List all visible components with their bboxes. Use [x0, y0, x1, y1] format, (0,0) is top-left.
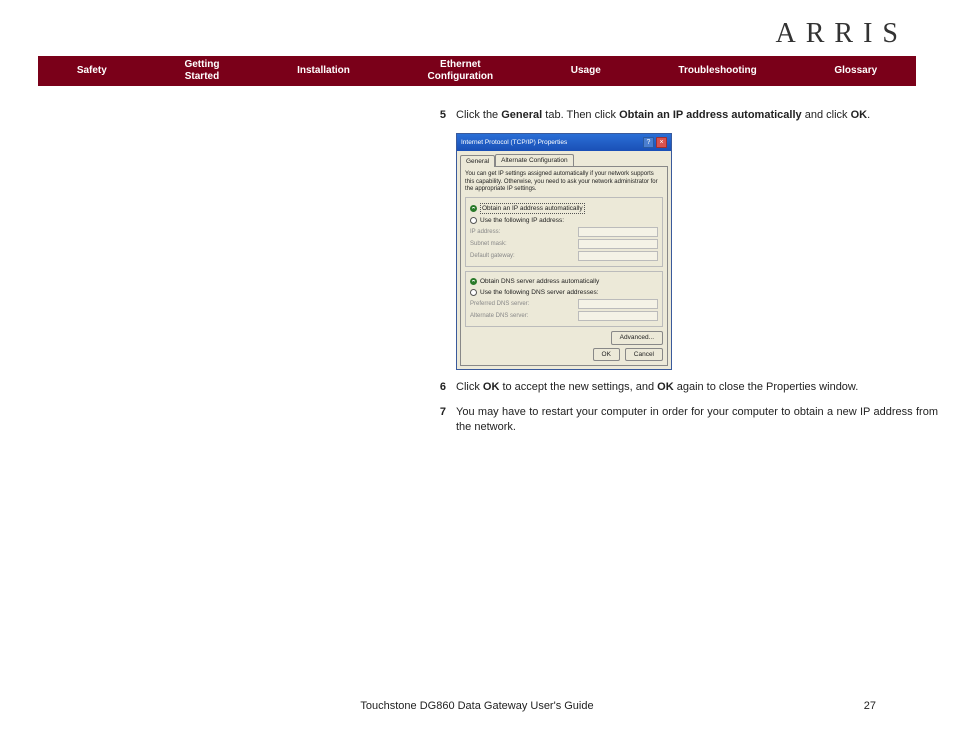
gateway-input[interactable]: [578, 251, 658, 261]
text: Click the: [456, 109, 501, 121]
preferred-dns-input[interactable]: [578, 299, 658, 309]
radio-use-following-dns[interactable]: Use the following DNS server addresses:: [470, 288, 658, 297]
nav-ethernet-config[interactable]: EthernetConfiguration: [428, 59, 494, 83]
field-ip-address: IP address:: [470, 227, 658, 237]
page-number: 27: [864, 700, 876, 712]
step-text: Click the General tab. Then click Obtain…: [456, 108, 938, 123]
label: Alternate DNS server:: [470, 312, 528, 320]
advanced-button[interactable]: Advanced...: [611, 331, 663, 344]
step-number: 7: [438, 405, 456, 436]
step-text: You may have to restart your computer in…: [456, 405, 938, 436]
nav-troubleshooting[interactable]: Troubleshooting: [678, 65, 756, 77]
bold: Obtain an IP address automatically: [619, 109, 802, 121]
tcpip-dialog-screenshot: Internet Protocol (TCP/IP) Properties ? …: [456, 133, 938, 369]
page-footer: Touchstone DG860 Data Gateway User's Gui…: [38, 700, 916, 712]
dns-group: Obtain DNS server address automatically …: [465, 271, 663, 327]
top-nav: Safety GettingStarted Installation Ether…: [38, 56, 916, 86]
dialog-title: Internet Protocol (TCP/IP) Properties: [461, 138, 567, 147]
field-alternate-dns: Alternate DNS server:: [470, 311, 658, 321]
radio-label: Obtain an IP address automatically: [480, 203, 585, 214]
brand-logo: ARRIS: [38, 18, 916, 50]
step-7: 7 You may have to restart your computer …: [438, 405, 938, 436]
help-icon[interactable]: ?: [643, 137, 654, 148]
step-text: Click OK to accept the new settings, and…: [456, 380, 938, 395]
tab-general[interactable]: General: [460, 155, 495, 167]
content-area: 5 Click the General tab. Then click Obta…: [438, 108, 938, 436]
text: again to close the Properties window.: [674, 381, 859, 393]
radio-use-following-ip[interactable]: Use the following IP address:: [470, 216, 658, 225]
nav-installation[interactable]: Installation: [297, 65, 350, 77]
text: and click: [802, 109, 851, 121]
field-gateway: Default gateway:: [470, 251, 658, 261]
bold: OK: [851, 109, 868, 121]
dialog-titlebar: Internet Protocol (TCP/IP) Properties ? …: [457, 134, 671, 151]
radio-label: Obtain DNS server address automatically: [480, 277, 599, 286]
tab-alternate[interactable]: Alternate Configuration: [495, 154, 574, 166]
bold: OK: [657, 381, 674, 393]
radio-obtain-dns-auto[interactable]: Obtain DNS server address automatically: [470, 277, 658, 286]
close-icon[interactable]: ×: [656, 137, 667, 148]
subnet-input[interactable]: [578, 239, 658, 249]
ok-cancel-row: OK Cancel: [465, 348, 663, 361]
radio-label: Use the following DNS server addresses:: [480, 288, 599, 297]
dialog-body: You can get IP settings assigned automat…: [460, 166, 668, 365]
ip-group: Obtain an IP address automatically Use t…: [465, 197, 663, 267]
cancel-button[interactable]: Cancel: [625, 348, 663, 361]
label: Default gateway:: [470, 252, 515, 260]
radio-icon: [470, 217, 477, 224]
nav-getting-started[interactable]: GettingStarted: [184, 59, 219, 83]
ip-input[interactable]: [578, 227, 658, 237]
nav-usage[interactable]: Usage: [571, 65, 601, 77]
dialog-window: Internet Protocol (TCP/IP) Properties ? …: [456, 133, 672, 369]
field-preferred-dns: Preferred DNS server:: [470, 299, 658, 309]
bold: General: [501, 109, 542, 121]
text: Click: [456, 381, 483, 393]
step-number: 6: [438, 380, 456, 395]
nav-glossary[interactable]: Glossary: [834, 65, 877, 77]
text: tab. Then click: [542, 109, 619, 121]
dialog-tabs: General Alternate Configuration: [457, 151, 671, 166]
advanced-row: Advanced...: [465, 331, 663, 344]
step-number: 5: [438, 108, 456, 123]
step-6: 6 Click OK to accept the new settings, a…: [438, 380, 938, 395]
bold: OK: [483, 381, 500, 393]
field-subnet-mask: Subnet mask:: [470, 239, 658, 249]
dialog-info-text: You can get IP settings assigned automat…: [465, 171, 663, 193]
radio-icon: [470, 205, 477, 212]
footer-title: Touchstone DG860 Data Gateway User's Gui…: [360, 700, 593, 712]
radio-icon: [470, 289, 477, 296]
radio-label: Use the following IP address:: [480, 216, 564, 225]
text: to accept the new settings, and: [499, 381, 657, 393]
radio-obtain-ip-auto[interactable]: Obtain an IP address automatically: [470, 203, 658, 214]
radio-icon: [470, 278, 477, 285]
ok-button[interactable]: OK: [593, 348, 620, 361]
label: Subnet mask:: [470, 240, 507, 248]
step-5: 5 Click the General tab. Then click Obta…: [438, 108, 938, 123]
alternate-dns-input[interactable]: [578, 311, 658, 321]
nav-safety[interactable]: Safety: [77, 65, 107, 77]
text: .: [867, 109, 870, 121]
label: Preferred DNS server:: [470, 300, 529, 308]
label: IP address:: [470, 228, 500, 236]
